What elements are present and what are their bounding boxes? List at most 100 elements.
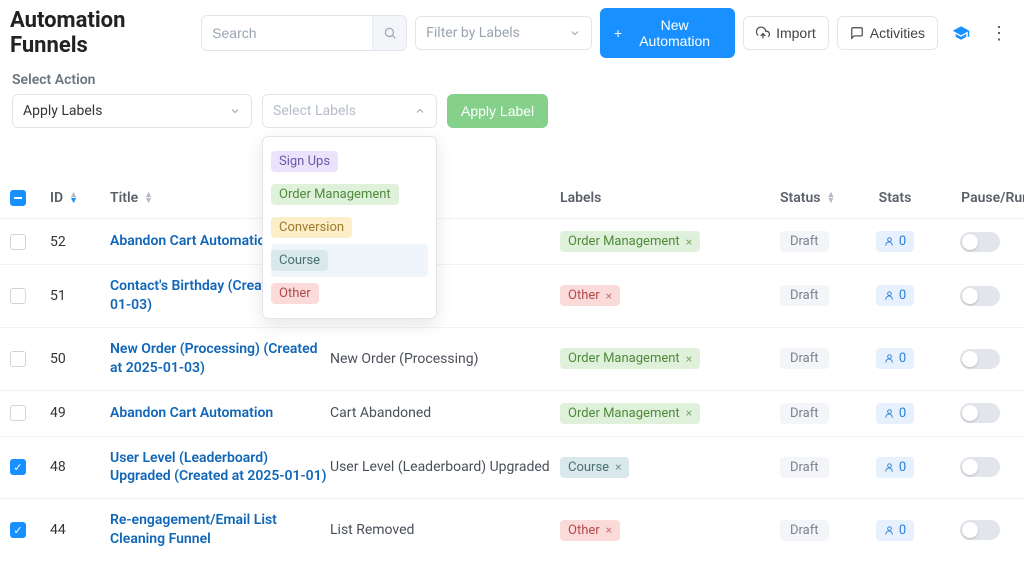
trigger-text: Cart Abandoned — [330, 405, 560, 421]
labels-placeholder: Select Labels — [273, 103, 356, 119]
row-checkbox[interactable] — [10, 522, 26, 538]
sort-icon: ▲▼ — [826, 192, 835, 204]
stats-badge[interactable]: 0 — [876, 285, 914, 306]
action-select-value: Apply Labels — [23, 103, 102, 119]
row-label-tag[interactable]: Order Management× — [560, 231, 700, 252]
pause-run-toggle[interactable] — [960, 349, 1000, 369]
user-icon — [884, 462, 895, 473]
row-label-tag[interactable]: Other× — [560, 285, 620, 306]
sort-icon: ▲▼ — [69, 192, 78, 204]
label-tag: Conversion — [271, 217, 352, 238]
search-icon — [383, 26, 397, 40]
user-icon — [884, 525, 895, 536]
status-badge: Draft — [780, 231, 829, 252]
row-checkbox[interactable] — [10, 288, 26, 304]
dropdown-option[interactable]: Other — [271, 277, 428, 310]
pause-run-toggle[interactable] — [960, 232, 1000, 252]
graduation-cap-icon — [952, 24, 970, 42]
search-field — [201, 15, 407, 51]
trigger-text: New Order (Processing) — [330, 351, 560, 367]
dropdown-option[interactable]: Course — [271, 244, 428, 277]
row-label-tag[interactable]: Order Management× — [560, 348, 700, 369]
stats-badge[interactable]: 0 — [876, 403, 914, 424]
table-row: 48User Level (Leaderboard) Upgraded (Cre… — [0, 436, 1024, 499]
row-checkbox[interactable] — [10, 351, 26, 367]
activities-button[interactable]: Activities — [837, 16, 938, 50]
remove-label-icon[interactable]: × — [606, 289, 612, 303]
label-tag: Sign Ups — [271, 151, 338, 172]
automation-title-link[interactable]: Abandon Cart Automation — [110, 233, 273, 249]
labels-dropdown: Sign Ups Order Management Conversion Course… — [262, 136, 437, 319]
status-badge: Draft — [780, 457, 829, 478]
remove-label-icon[interactable]: × — [606, 523, 612, 537]
row-id: 48 — [50, 459, 110, 475]
plus-icon: + — [614, 25, 622, 41]
row-checkbox[interactable] — [10, 234, 26, 250]
remove-label-icon[interactable]: × — [686, 352, 692, 366]
more-button[interactable]: ⋮ — [984, 18, 1014, 48]
filter-labels-select[interactable]: Filter by Labels — [415, 16, 592, 50]
dropdown-option[interactable]: Conversion — [271, 211, 428, 244]
user-icon — [884, 236, 895, 247]
row-id: 44 — [50, 522, 110, 538]
new-automation-label: New Automation — [628, 17, 721, 49]
sort-icon: ▲▼ — [144, 192, 153, 204]
pause-run-toggle[interactable] — [960, 286, 1000, 306]
pause-run-toggle[interactable] — [960, 457, 1000, 477]
dropdown-option[interactable]: Order Management — [271, 178, 428, 211]
row-label-tag[interactable]: Course× — [560, 457, 629, 478]
labels-multiselect[interactable]: Select Labels — [262, 94, 437, 128]
automation-title-link[interactable]: Re-engagement/Email List Cleaning Funnel — [110, 512, 277, 547]
import-button[interactable]: Import — [743, 16, 829, 50]
user-icon — [884, 353, 895, 364]
trigger-text: User Level (Leaderboard) Upgraded — [330, 459, 560, 475]
row-checkbox[interactable] — [10, 405, 26, 421]
pause-run-toggle[interactable] — [960, 403, 1000, 423]
status-badge: Draft — [780, 520, 829, 541]
table-row: 44Re-engagement/Email List Cleaning Funn… — [0, 498, 1024, 561]
apply-label-button[interactable]: Apply Label — [447, 94, 548, 128]
row-id: 49 — [50, 405, 110, 421]
trigger-text: List Removed — [330, 522, 560, 538]
remove-label-icon[interactable]: × — [615, 460, 621, 474]
top-toolbar: Automation Funnels Filter by Labels + Ne… — [0, 0, 1024, 66]
activities-label: Activities — [870, 25, 925, 41]
pause-run-toggle[interactable] — [960, 520, 1000, 540]
chevron-down-icon — [229, 105, 241, 117]
help-button[interactable] — [946, 18, 976, 48]
automation-title-link[interactable]: New Order (Processing) (Created at 2025-… — [110, 341, 318, 376]
stats-badge[interactable]: 0 — [876, 348, 914, 369]
column-id[interactable]: ID ▲▼ — [50, 190, 110, 206]
row-label-tag[interactable]: Order Management× — [560, 403, 700, 424]
new-automation-button[interactable]: + New Automation — [600, 8, 735, 58]
row-checkbox[interactable] — [10, 459, 26, 475]
column-status[interactable]: Status ▲▼ — [780, 190, 860, 206]
stats-badge[interactable]: 0 — [876, 457, 914, 478]
status-badge: Draft — [780, 285, 829, 306]
table-row: 52Abandon Cart AutomationOrder Managemen… — [0, 218, 1024, 264]
column-stats: Stats — [860, 190, 930, 206]
column-pause-run: Pause/Run — [930, 190, 1024, 206]
label-tag: Order Management — [271, 184, 399, 205]
status-badge: Draft — [780, 348, 829, 369]
cloud-upload-icon — [756, 26, 770, 40]
automation-title-link[interactable]: Abandon Cart Automation — [110, 405, 273, 421]
page-title: Automation Funnels — [10, 8, 193, 58]
vertical-dots-icon: ⋮ — [990, 24, 1008, 42]
remove-label-icon[interactable]: × — [686, 406, 692, 420]
stats-badge[interactable]: 0 — [876, 231, 914, 252]
row-id: 50 — [50, 351, 110, 367]
search-button[interactable] — [372, 16, 406, 50]
automations-table: ID ▲▼ Title ▲▼ Labels Status ▲▼ Stats Pa… — [0, 168, 1024, 561]
remove-label-icon[interactable]: × — [686, 235, 692, 249]
automation-title-link[interactable]: User Level (Leaderboard) Upgraded (Creat… — [110, 450, 327, 485]
stats-badge[interactable]: 0 — [876, 520, 914, 541]
dropdown-option[interactable]: Sign Ups — [271, 145, 428, 178]
filter-labels-placeholder: Filter by Labels — [426, 25, 520, 41]
row-label-tag[interactable]: Other× — [560, 520, 620, 541]
action-select[interactable]: Apply Labels — [12, 94, 252, 128]
select-all-checkbox[interactable] — [10, 190, 26, 206]
label-tag: Other — [271, 283, 319, 304]
search-input[interactable] — [202, 17, 372, 49]
action-row: Apply Labels Select Labels Apply Label S… — [12, 94, 1012, 128]
